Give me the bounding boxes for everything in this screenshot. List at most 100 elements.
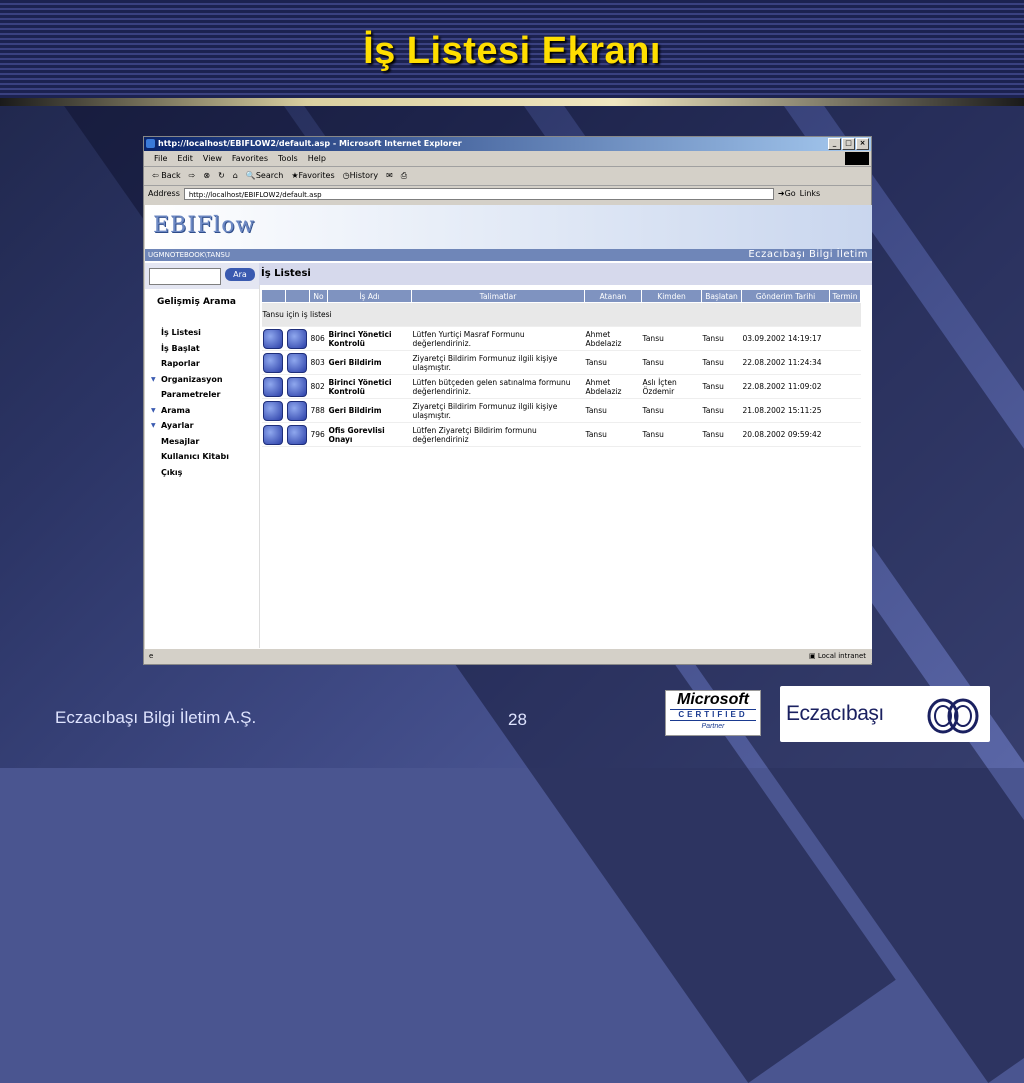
search-submit-button[interactable]: Ara — [225, 268, 255, 281]
menu-file[interactable]: File — [154, 151, 167, 166]
menu-edit[interactable]: Edit — [177, 151, 193, 166]
user-path: UGMNOTEBOOK\TANSU — [148, 251, 231, 259]
cell-from: Tansu — [641, 350, 702, 375]
table-row[interactable]: 806 Birinci Yönetici Kontrolü Lütfen Yur… — [261, 326, 861, 351]
address-input[interactable]: http://localhost/EBIFLOW2/default.asp — [183, 188, 774, 200]
task-table: No İş Adı Talimatlar Atanan Kimden Başla… — [261, 289, 861, 447]
sidebar-item-raporlar[interactable]: Raporlar — [161, 356, 259, 372]
header-termin[interactable]: Termin — [829, 289, 861, 303]
cell-no: 802 — [309, 374, 328, 399]
open-task-icon[interactable] — [262, 328, 283, 349]
advanced-search-link[interactable]: Gelişmiş Arama — [145, 289, 259, 319]
back-button[interactable]: ⇦ Back — [152, 167, 181, 185]
header-baslatan[interactable]: Başlatan — [701, 289, 742, 303]
cell-deadline — [829, 326, 861, 351]
menu-view[interactable]: View — [203, 151, 222, 166]
cell-instructions: Ziyaretçi Bildirim Formunuz ilgili kişiy… — [411, 398, 585, 423]
eczacibasi-logo: Eczacıbaşı — [780, 686, 990, 742]
slide-title: İş Listesi Ekranı — [363, 30, 661, 72]
open-task-icon[interactable] — [262, 400, 283, 421]
sidebar-menu: İş Listesi İş Başlat Raporlar Organizasy… — [145, 319, 259, 480]
windows-flag-icon — [845, 152, 869, 165]
group-row: Tansu için iş listesi — [261, 302, 861, 327]
cell-no: 806 — [309, 326, 328, 351]
home-icon[interactable]: ⌂ — [233, 167, 238, 185]
app-header: EBIFlow — [145, 205, 872, 249]
stop-icon[interactable]: ⊗ — [203, 167, 210, 185]
cell-no: 796 — [309, 422, 328, 447]
cell-name[interactable]: Birinci Yönetici Kontrolü — [327, 374, 412, 399]
menu-tools[interactable]: Tools — [278, 151, 298, 166]
sidebar-item-ayarlar[interactable]: Ayarlar — [151, 418, 259, 434]
header-kimden[interactable]: Kimden — [641, 289, 702, 303]
cell-assigned: Tansu — [584, 422, 642, 447]
history-icon[interactable] — [286, 328, 307, 349]
minimize-button[interactable]: _ — [828, 138, 841, 150]
page-number: 28 — [508, 710, 527, 729]
sidebar-item-arama[interactable]: Arama — [151, 403, 259, 419]
cell-name[interactable]: Birinci Yönetici Kontrolü — [327, 326, 412, 351]
cell-starter: Tansu — [701, 398, 742, 423]
search-input[interactable] — [149, 268, 221, 285]
sidebar-item-is-baslat[interactable]: İş Başlat — [161, 341, 259, 357]
cell-instructions: Lütfen Yurtiçi Masraf Formunu değerlendi… — [411, 326, 585, 351]
close-button[interactable]: × — [856, 138, 869, 150]
refresh-icon[interactable]: ↻ — [218, 167, 225, 185]
history-icon[interactable] — [286, 424, 307, 445]
sidebar-item-parametreler[interactable]: Parametreler — [161, 387, 259, 403]
sidebar: Ara Gelişmiş Arama İş Listesi İş Başlat … — [145, 263, 260, 649]
header-atanan[interactable]: Atanan — [584, 289, 642, 303]
cell-date: 03.09.2002 14:19:17 — [741, 326, 830, 351]
company-name: Eczacıbaşı Bilgi İletim — [748, 249, 868, 260]
security-zone: ▣ Local intranet — [809, 652, 866, 660]
table-row[interactable]: 796 Ofis Gorevlisi Onayı Lütfen Ziyaretç… — [261, 422, 861, 447]
print-icon[interactable]: ⎙ — [401, 167, 407, 185]
cell-from: Tansu — [641, 398, 702, 423]
sidebar-item-organizasyon[interactable]: Organizasyon — [151, 372, 259, 388]
forward-button[interactable]: ⇨ — [189, 167, 196, 185]
maximize-button[interactable]: □ — [842, 138, 855, 150]
search-button[interactable]: 🔍Search — [246, 167, 283, 185]
cell-no: 788 — [309, 398, 328, 423]
table-row[interactable]: 802 Birinci Yönetici Kontrolü Lütfen büt… — [261, 374, 861, 399]
sidebar-item-kullanici-kitabi[interactable]: Kullanıcı Kitabı — [161, 449, 259, 465]
header-is-adi[interactable]: İş Adı — [327, 289, 412, 303]
open-task-icon[interactable] — [262, 376, 283, 397]
open-task-icon[interactable] — [262, 424, 283, 445]
open-task-icon[interactable] — [262, 352, 283, 373]
table-row[interactable]: 788 Geri Bildirim Ziyaretçi Bildirim For… — [261, 398, 861, 423]
cell-from: Tansu — [641, 326, 702, 351]
sidebar-item-mesajlar[interactable]: Mesajlar — [161, 434, 259, 450]
favorites-button[interactable]: ★Favorites — [291, 167, 334, 185]
menu-help[interactable]: Help — [308, 151, 326, 166]
cell-no: 803 — [309, 350, 328, 375]
history-icon[interactable] — [286, 400, 307, 421]
page-title: İş Listesi — [259, 263, 872, 285]
go-button[interactable]: ➜Go — [778, 186, 796, 202]
history-button[interactable]: ◷History — [343, 167, 378, 185]
cell-instructions: Lütfen Ziyaretçi Bildirim formunu değerl… — [411, 422, 585, 447]
cell-starter: Tansu — [701, 326, 742, 351]
cell-name[interactable]: Geri Bildirim — [327, 398, 412, 423]
cell-name[interactable]: Ofis Gorevlisi Onayı — [327, 422, 412, 447]
sidebar-item-cikis[interactable]: Çıkış — [161, 465, 259, 481]
user-path-bar: UGMNOTEBOOK\TANSU Eczacıbaşı Bilgi İleti… — [145, 249, 872, 261]
cell-assigned: Tansu — [584, 398, 642, 423]
table-row[interactable]: 803 Geri Bildirim Ziyaretçi Bildirim For… — [261, 350, 861, 375]
history-icon[interactable] — [286, 376, 307, 397]
menu-favorites[interactable]: Favorites — [232, 151, 268, 166]
cell-deadline — [829, 398, 861, 423]
header-icon-col — [261, 289, 286, 303]
cell-assigned: Ahmet Abdelaziz — [584, 374, 642, 399]
links-button[interactable]: Links — [800, 186, 821, 202]
sidebar-item-is-listesi[interactable]: İş Listesi — [161, 325, 259, 341]
header-gonderim-tarihi[interactable]: Gönderim Tarihi — [741, 289, 830, 303]
mail-icon[interactable]: ✉ — [386, 167, 393, 185]
browser-menu-bar: File Edit View Favorites Tools Help — [144, 151, 871, 167]
browser-title: http://localhost/EBIFLOW2/default.asp - … — [158, 139, 462, 148]
cell-deadline — [829, 374, 861, 399]
history-icon[interactable] — [286, 352, 307, 373]
header-no[interactable]: No — [309, 289, 328, 303]
cell-name[interactable]: Geri Bildirim — [327, 350, 412, 375]
header-talimatlar[interactable]: Talimatlar — [411, 289, 585, 303]
